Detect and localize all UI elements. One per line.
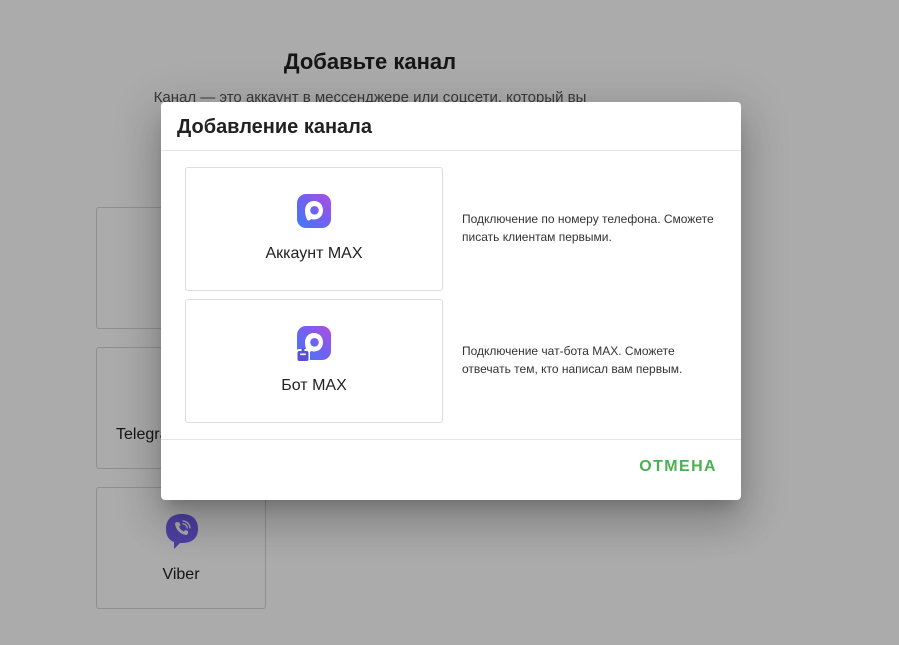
max-account-option[interactable]: Аккаунт MAX [185,167,443,291]
max-bot-label: Бот MAX [281,377,347,394]
max-bot-option[interactable]: Бот MAX [185,299,443,423]
max-account-description: Подключение по номеру телефона. Сможете … [462,212,714,244]
dialog-header-divider [161,150,741,151]
add-channel-dialog: Добавление канала Аккаунт MAX Подключени… [161,102,741,500]
max-bot-icon [296,326,331,362]
max-bot-description: Подключение чат-бота MAX. Сможете отвеча… [462,344,683,376]
page: Добавьте канал Канал — это аккаунт в мес… [0,0,899,645]
max-account-label: Аккаунт MAX [265,245,363,262]
cancel-button[interactable]: ОТМЕНА [631,452,725,482]
max-account-icon [297,194,331,228]
dialog-footer-divider [161,439,741,440]
dialog-title: Добавление канала [177,116,372,138]
